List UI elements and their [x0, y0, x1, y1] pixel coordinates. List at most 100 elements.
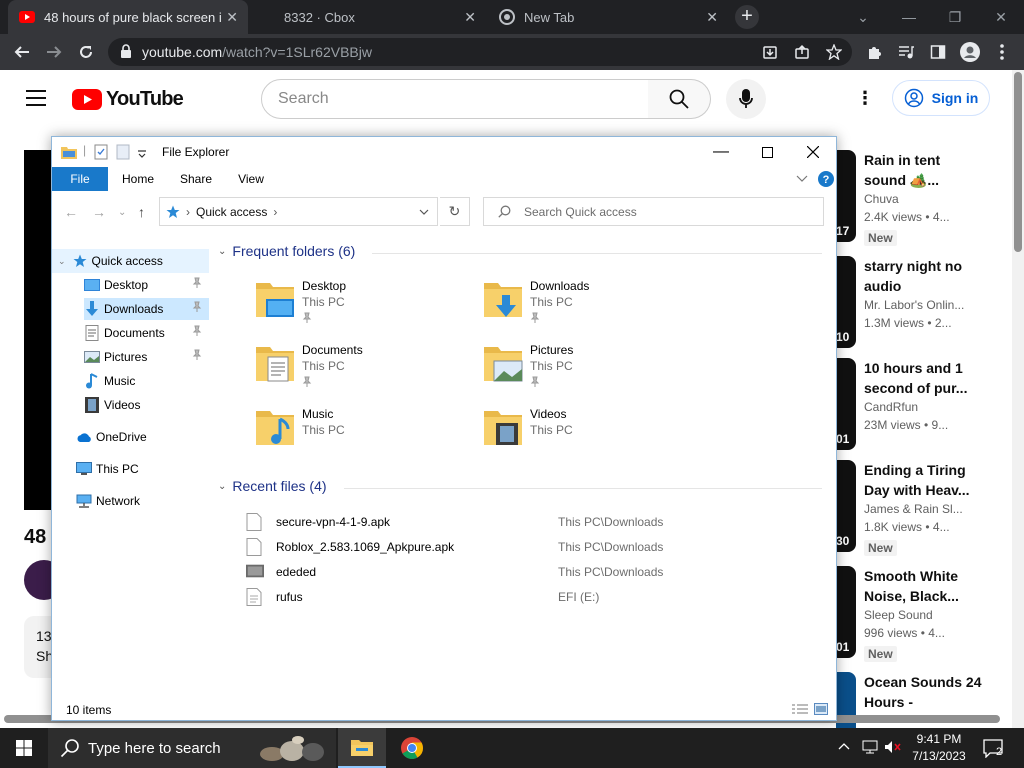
lock-icon[interactable] [120, 44, 132, 61]
nav-item-quick-access[interactable]: ⌄ Quick access [52, 249, 209, 273]
youtube-logo[interactable]: YouTube [72, 88, 184, 111]
pin-icon[interactable] [192, 325, 204, 340]
refresh-icon[interactable]: ↻ [440, 197, 470, 226]
pin-icon[interactable] [192, 349, 204, 364]
recent-file-row[interactable]: rufus EFI (E:) [246, 586, 716, 608]
explorer-forward-icon[interactable]: → [92, 204, 106, 220]
expand-chevron-icon[interactable]: ⌄ [58, 256, 66, 267]
folder-tile-videos[interactable]: Videos This PC [482, 405, 702, 459]
reload-icon[interactable] [74, 40, 98, 64]
youtube-search-button[interactable] [648, 79, 711, 119]
explorer-minimize-icon[interactable]: — [698, 137, 744, 167]
nav-item-desktop[interactable]: Desktop [84, 274, 209, 296]
pin-icon[interactable] [530, 311, 540, 329]
folder-tile-music[interactable]: Music This PC [254, 405, 474, 459]
forward-arrow-icon[interactable] [42, 40, 66, 64]
close-window-icon[interactable]: ✕ [978, 0, 1024, 34]
folder-tile-documents[interactable]: Documents This PC [254, 341, 474, 395]
breadcrumb-quick-access[interactable]: Quick access [196, 205, 267, 219]
show-hidden-icons-chevron-icon[interactable] [838, 740, 850, 754]
nav-item-videos[interactable]: Videos [84, 394, 209, 416]
ribbon-tab-share[interactable]: Share [172, 167, 220, 191]
pin-icon[interactable] [530, 375, 540, 393]
tab-new-tab[interactable]: New Tab ✕ [488, 0, 728, 34]
nav-item-this-pc[interactable]: This PC [76, 458, 209, 480]
more-options-icon[interactable]: ⋮ [856, 88, 874, 109]
video-thumbnail[interactable]: 01 [836, 566, 856, 658]
scrollbar-thumb[interactable] [1014, 72, 1022, 252]
start-button[interactable] [0, 728, 48, 768]
taskbar-file-explorer[interactable] [338, 728, 386, 768]
profile-avatar-icon[interactable] [958, 40, 982, 64]
recommended-video[interactable]: 17 Rain in tent sound 🏕️... Chuva 2.4K v… [836, 150, 996, 250]
expand-ribbon-chevron-icon[interactable] [796, 172, 808, 186]
folder-tile-downloads[interactable]: Downloads This PC [482, 277, 702, 331]
tab-youtube[interactable]: 48 hours of pure black screen in ✕ [8, 0, 248, 34]
nav-item-downloads[interactable]: Downloads [84, 298, 209, 320]
frequent-folders-header[interactable]: ⌄ Frequent folders (6) [218, 243, 355, 259]
folder-tile-pictures[interactable]: Pictures This PC [482, 341, 702, 395]
hamburger-menu-icon[interactable] [26, 90, 46, 111]
notification-center-button[interactable]: 2 [982, 738, 1006, 759]
system-clock[interactable]: 9:41 PM 7/13/2023 [906, 731, 972, 765]
taskbar-search-box[interactable]: Type here to search [48, 728, 336, 768]
sign-in-button[interactable]: Sign in [892, 80, 990, 116]
collapse-chevron-icon[interactable]: ⌄ [218, 481, 226, 492]
explorer-title-bar[interactable]: | File Explorer — [52, 137, 836, 167]
explorer-address-bar[interactable]: › Quick access › [159, 197, 438, 226]
pin-icon[interactable] [192, 277, 204, 292]
recent-locations-chevron-icon[interactable]: ⌄ [118, 207, 126, 218]
restore-icon[interactable]: ❐ [932, 0, 978, 34]
ribbon-tab-file[interactable]: File [52, 167, 108, 191]
recent-file-row[interactable]: ededed This PC\Downloads [246, 561, 716, 583]
nav-item-onedrive[interactable]: OneDrive [76, 426, 209, 448]
nav-item-music[interactable]: Music [84, 370, 209, 392]
explorer-back-icon[interactable]: ← [64, 204, 78, 220]
explorer-search-input[interactable]: Search Quick access [483, 197, 824, 226]
ribbon-tab-home[interactable]: Home [114, 167, 162, 191]
pin-icon[interactable] [192, 301, 204, 316]
close-tab-icon[interactable]: ✕ [226, 9, 238, 26]
youtube-search-input[interactable]: Search [261, 79, 649, 119]
media-control-icon[interactable] [894, 40, 918, 64]
recommended-video[interactable]: 01 Smooth White Noise, Black... Sleep So… [836, 566, 996, 666]
up-arrow-icon[interactable]: ↑ [138, 204, 145, 220]
pin-icon[interactable] [302, 375, 312, 393]
explorer-close-icon[interactable] [790, 137, 836, 167]
side-panel-icon[interactable] [926, 40, 950, 64]
properties-icon[interactable] [94, 144, 108, 165]
folder-tile-desktop[interactable]: Desktop This PC [254, 277, 474, 331]
ribbon-tab-view[interactable]: View [228, 167, 274, 191]
tab-cbox[interactable]: 8332 · Cbox ✕ [250, 0, 486, 34]
address-history-chevron-icon[interactable] [419, 205, 429, 219]
minimize-icon[interactable]: — [886, 0, 932, 34]
bookmark-star-icon[interactable] [822, 40, 846, 64]
recommended-video[interactable]: 10 starry night no audio Mr. Labor's Onl… [836, 256, 996, 356]
explorer-maximize-icon[interactable] [744, 137, 790, 167]
install-app-icon[interactable] [758, 40, 782, 64]
video-thumbnail[interactable]: 10 [836, 256, 856, 348]
recent-file-row[interactable]: Roblox_2.583.1069_Apkpure.apk This PC\Do… [246, 536, 716, 558]
collapse-chevron-icon[interactable]: ⌄ [218, 246, 226, 257]
close-tab-icon[interactable]: ✕ [706, 9, 718, 26]
recommended-video[interactable]: 01 10 hours and 1 second of pur... CandR… [836, 358, 996, 458]
new-folder-icon[interactable] [116, 144, 130, 165]
share-icon[interactable] [790, 40, 814, 64]
network-status-icon[interactable] [862, 740, 878, 757]
nav-item-network[interactable]: Network [76, 490, 209, 512]
extensions-puzzle-icon[interactable] [862, 40, 886, 64]
address-bar[interactable]: youtube.com/watch?v=1SLr62VBBjw [108, 38, 852, 66]
recent-files-header[interactable]: ⌄ Recent files (4) [218, 478, 327, 494]
video-thumbnail[interactable]: 01 [836, 358, 856, 450]
new-tab-button[interactable]: + [735, 5, 759, 29]
help-icon[interactable]: ? [818, 171, 834, 190]
chrome-menu-icon[interactable] [990, 40, 1014, 64]
back-arrow-icon[interactable] [10, 40, 34, 64]
customize-qat-chevron-icon[interactable] [137, 146, 147, 164]
page-vertical-scrollbar[interactable] [1012, 70, 1024, 728]
large-icons-view-icon[interactable] [814, 703, 828, 718]
recent-file-row[interactable]: secure-vpn-4-1-9.apk This PC\Downloads [246, 511, 716, 533]
voice-search-button[interactable] [726, 79, 766, 119]
nav-item-documents[interactable]: Documents [84, 322, 209, 344]
recommended-video[interactable]: 30 Ending a Tiring Day with Heav... Jame… [836, 460, 996, 560]
